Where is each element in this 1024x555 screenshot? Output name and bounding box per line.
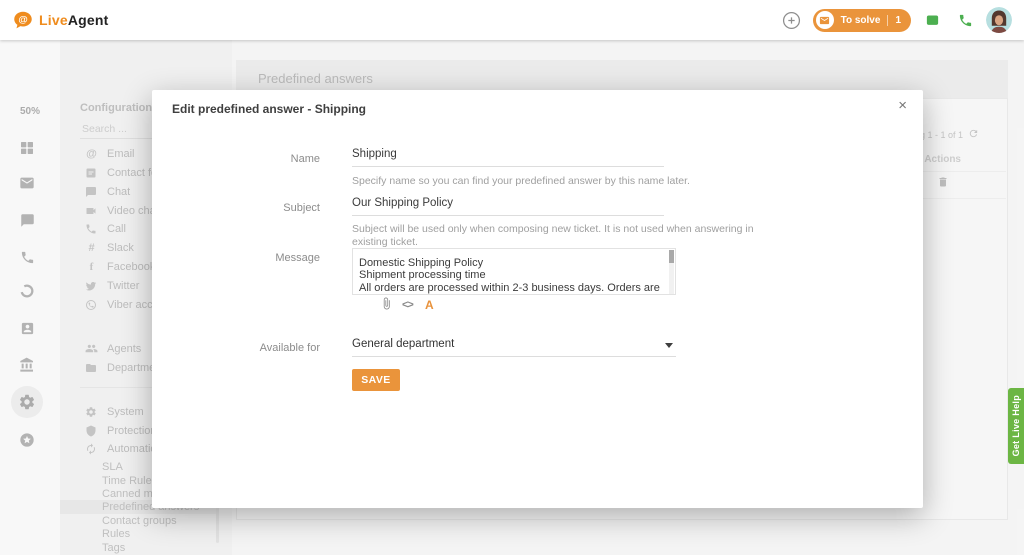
to-solve-label: To solve	[841, 15, 881, 26]
message-label: Message	[152, 252, 320, 264]
liveagent-logo[interactable]: @ LiveAgent	[0, 10, 109, 31]
logo-bubble-icon: @	[12, 10, 34, 31]
available-for-label: Available for	[152, 342, 320, 354]
liveagent-app: 50% Configuration	[0, 0, 1024, 555]
edit-predefined-answer-modal: Edit predefined answer - Shipping × Name…	[152, 90, 923, 508]
name-label: Name	[152, 153, 320, 165]
to-solve-mail-icon	[816, 11, 834, 29]
available-for-select[interactable]: General department	[352, 338, 676, 357]
message-scrollbar[interactable]	[669, 250, 674, 263]
logo-text: LiveAgent	[39, 12, 109, 28]
subject-input[interactable]: Our Shipping Policy	[352, 197, 664, 216]
get-live-help-label: Get Live Help	[1011, 395, 1021, 456]
get-live-help-button[interactable]: Get Live Help	[1008, 388, 1024, 464]
top-bar: @ LiveAgent To solve 1	[0, 0, 1024, 40]
start-call-icon[interactable]	[953, 8, 977, 32]
underlined-word: processed	[427, 282, 478, 295]
subject-label: Subject	[152, 202, 320, 214]
available-for-value: General department	[352, 338, 454, 350]
font-color-icon[interactable]: A	[425, 298, 434, 312]
chevron-down-icon	[665, 343, 673, 348]
message-line: All orders are processed within 2-3 busi…	[359, 282, 663, 295]
message-line: Shipment processing time	[359, 269, 663, 281]
to-solve-button[interactable]: To solve 1	[813, 9, 911, 32]
svg-text:@: @	[18, 14, 27, 25]
attach-file-icon[interactable]	[380, 297, 393, 310]
message-line: Domestic Shipping Policy	[359, 257, 663, 269]
message-textarea[interactable]: Domestic Shipping Policy Shipment proces…	[352, 248, 676, 295]
save-button[interactable]: SAVE	[352, 369, 400, 391]
start-chat-icon[interactable]	[920, 8, 944, 32]
modal-title: Edit predefined answer - Shipping	[172, 102, 366, 116]
message-scrollbar-track	[669, 250, 674, 295]
name-input[interactable]: Shipping	[352, 148, 664, 167]
close-icon[interactable]: ×	[894, 95, 911, 116]
name-help-text: Specify name so you can find your predef…	[352, 175, 776, 188]
to-solve-count-badge: 1	[887, 15, 901, 26]
subject-help-text: Subject will be used only when composing…	[352, 223, 776, 249]
code-icon[interactable]: <>	[402, 299, 413, 311]
add-plus-icon[interactable]	[780, 8, 804, 32]
user-avatar[interactable]	[986, 7, 1012, 33]
